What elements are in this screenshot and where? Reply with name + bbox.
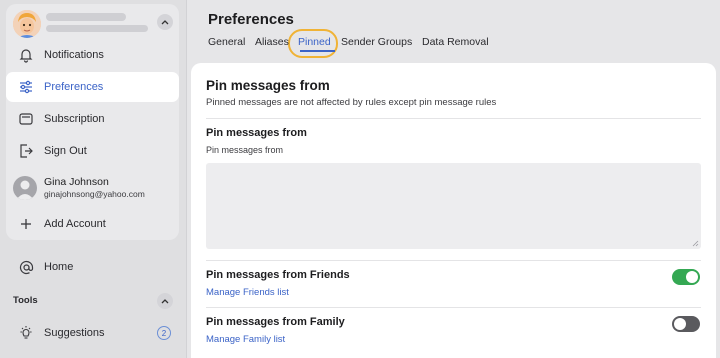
friends-pin-toggle[interactable] [672, 269, 700, 285]
tab-pinned[interactable]: Pinned [298, 36, 331, 48]
nav-home-label: Home [44, 261, 74, 273]
family-pin-toggle[interactable] [672, 316, 700, 332]
panel-title: Pin messages from [206, 78, 330, 93]
toggle-knob [674, 318, 686, 330]
plus-icon [16, 214, 36, 234]
nav-home[interactable]: Home [6, 252, 179, 282]
subscription-icon [16, 109, 36, 129]
redacted-name [46, 13, 126, 21]
tab-general[interactable]: General [208, 36, 245, 48]
page-title: Preferences [208, 11, 294, 28]
divider [206, 307, 701, 308]
sign-out-icon [16, 141, 36, 161]
profile-avatar[interactable] [13, 10, 41, 38]
field-subtitle: Pin messages from [206, 145, 284, 155]
tab-aliases[interactable]: Aliases [255, 36, 289, 48]
nav-preferences-label: Preferences [44, 81, 104, 93]
panel-subtitle: Pinned messages are not affected by rule… [206, 97, 497, 108]
memoji-avatar-icon [13, 10, 41, 38]
nav-notifications-label: Notifications [44, 49, 104, 61]
chevron-up-icon [161, 20, 169, 25]
user-account-row[interactable]: Gina Johnson ginajohnsong@yahoo.com [6, 170, 179, 206]
user-name: Gina Johnson [44, 176, 109, 188]
manage-friends-link[interactable]: Manage Friends list [206, 287, 289, 298]
nav-subscription-label: Subscription [44, 113, 105, 125]
tab-data-removal[interactable]: Data Removal [422, 36, 489, 48]
nav-suggestions-label: Suggestions [44, 327, 105, 339]
user-email: ginajohnsong@yahoo.com [44, 189, 145, 199]
add-account-label: Add Account [44, 218, 106, 230]
add-account-button[interactable]: Add Account [6, 209, 179, 239]
suggestions-count-badge: 2 [157, 326, 171, 340]
friends-setting-title: Pin messages from Friends [206, 269, 350, 281]
redacted-email [46, 25, 148, 32]
resize-grip-icon[interactable] [692, 240, 699, 247]
tab-sender-groups[interactable]: Sender Groups [341, 36, 412, 48]
manage-family-link[interactable]: Manage Family list [206, 334, 285, 345]
nav-subscription[interactable]: Subscription [6, 104, 179, 134]
person-icon [16, 180, 34, 200]
pin-messages-textarea[interactable] [206, 163, 701, 249]
sidebar: Notifications Preferences Subscription S… [0, 0, 187, 358]
divider [206, 118, 701, 119]
collapse-account-button[interactable] [157, 14, 173, 30]
nav-sign-out-label: Sign Out [44, 145, 87, 157]
sliders-icon [16, 77, 36, 97]
toggle-knob [686, 271, 698, 283]
lightbulb-icon [16, 323, 36, 343]
main-content: Preferences General Aliases Pinned Sende… [188, 0, 720, 358]
active-tab-indicator [300, 50, 335, 52]
pinned-settings-panel: Pin messages from Pinned messages are no… [191, 63, 716, 358]
family-setting-title: Pin messages from Family [206, 316, 345, 328]
nav-preferences[interactable]: Preferences [6, 72, 179, 102]
divider [206, 260, 701, 261]
user-avatar [13, 176, 37, 200]
tools-section-title: Tools [13, 295, 38, 306]
chevron-up-icon [161, 299, 169, 304]
nav-notifications[interactable]: Notifications [6, 40, 179, 70]
home-at-icon [16, 257, 36, 277]
account-card: Notifications Preferences Subscription S… [6, 4, 179, 240]
nav-sign-out[interactable]: Sign Out [6, 136, 179, 166]
field-title: Pin messages from [206, 127, 307, 139]
bell-icon [16, 45, 36, 65]
collapse-tools-button[interactable] [157, 293, 173, 309]
nav-suggestions[interactable]: Suggestions 2 [6, 318, 179, 348]
